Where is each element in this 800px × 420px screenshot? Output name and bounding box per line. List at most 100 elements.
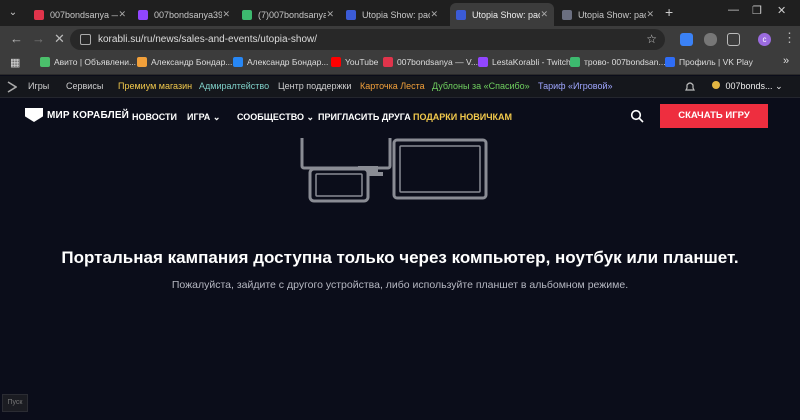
tab-favicon-icon bbox=[346, 9, 356, 20]
forward-icon[interactable]: → bbox=[32, 32, 45, 46]
logo-text: МИР КОРАБЛЕЙ bbox=[47, 109, 130, 121]
close-tab-icon[interactable]: ✕ bbox=[646, 9, 654, 20]
browser-toolbar: ← → ✕ korabli.su/ru/news/sales-and-event… bbox=[0, 26, 800, 53]
profile-avatar[interactable]: c bbox=[758, 33, 771, 46]
site-logo[interactable]: МИР КОРАБЛЕЙ bbox=[25, 108, 129, 122]
nav-news[interactable]: НОВОСТИ bbox=[132, 112, 177, 122]
tab-search-icon[interactable]: ⌄ bbox=[6, 6, 20, 20]
close-tab-icon[interactable]: ✕ bbox=[222, 9, 230, 20]
tab-favicon-icon bbox=[138, 9, 148, 20]
stop-loading-icon[interactable]: ✕ bbox=[54, 32, 65, 46]
bookmark-label: Профиль | VK Play bbox=[679, 57, 753, 67]
browser-menu-icon[interactable]: ⋮ bbox=[783, 31, 796, 45]
bookmark-favicon-icon bbox=[383, 57, 393, 67]
close-tab-icon[interactable]: ✕ bbox=[540, 9, 548, 20]
site-info-icon[interactable] bbox=[80, 34, 91, 45]
browser-tab-strip: ⌄ 007bondsanya — \✕007bondsanya39✕(7)007… bbox=[0, 0, 800, 26]
bookmark-label: 007bondsanya — V... bbox=[397, 57, 478, 67]
tab-title: 007bondsanya39 bbox=[154, 9, 222, 20]
bookmark-star-icon[interactable]: ☆ bbox=[646, 32, 657, 46]
coin-icon bbox=[712, 81, 720, 89]
shield-extension-icon[interactable] bbox=[704, 33, 717, 46]
services-link[interactable]: Дублоны за «Спасибо» bbox=[432, 81, 530, 91]
browser-tab[interactable]: Utopia Show: расс ✕ bbox=[556, 3, 660, 26]
browser-tab[interactable]: 007bondsanya39 ✕ bbox=[132, 3, 236, 26]
bookmark-favicon-icon bbox=[478, 57, 488, 67]
new-tab-button[interactable]: + bbox=[665, 5, 673, 19]
nav-newbie-gifts[interactable]: ПОДАРКИ НОВИЧКАМ bbox=[413, 112, 512, 122]
close-tab-icon[interactable]: ✕ bbox=[326, 9, 334, 20]
apps-grid-icon[interactable]: ▦ bbox=[10, 56, 20, 69]
nav-game-label: ИГРА bbox=[187, 112, 211, 122]
tab-favicon-icon bbox=[456, 9, 466, 20]
maximize-icon[interactable]: ❐ bbox=[752, 4, 762, 17]
services-link[interactable]: Игры bbox=[28, 81, 49, 91]
back-icon[interactable]: ← bbox=[10, 32, 23, 46]
search-icon[interactable] bbox=[630, 109, 644, 123]
services-link[interactable]: Премиум магазин bbox=[118, 81, 192, 91]
download-extension-icon[interactable] bbox=[680, 33, 693, 46]
chevron-down-icon: ⌄ bbox=[212, 112, 221, 122]
lesta-logo-icon[interactable] bbox=[7, 81, 17, 93]
bookmark-label: Александр Бондар... bbox=[247, 57, 329, 67]
browser-tab[interactable]: (7)007bondsanya3 ✕ bbox=[236, 3, 340, 26]
unsupported-device-hint: Пожалуйста, зайдите с другого устройства… bbox=[171, 279, 629, 291]
close-tab-icon[interactable]: ✕ bbox=[118, 9, 126, 20]
logo-shield-icon bbox=[25, 108, 43, 122]
bookmark-label: LestaKorabli - Twitch bbox=[492, 57, 571, 67]
nav-game[interactable]: ИГРА ⌄ bbox=[187, 112, 220, 123]
address-bar[interactable]: korabli.su/ru/news/sales-and-events/utop… bbox=[70, 29, 665, 50]
account-name[interactable]: 007bonds... ⌄ bbox=[712, 81, 783, 92]
tab-title: (7)007bondsanya3 bbox=[258, 9, 326, 20]
services-link[interactable]: Карточка Леста bbox=[360, 81, 425, 91]
notifications-icon[interactable] bbox=[683, 80, 697, 94]
bookmark-favicon-icon bbox=[570, 57, 580, 67]
bookmark-item[interactable]: YouTube bbox=[331, 57, 378, 67]
monitor-shape bbox=[300, 138, 392, 170]
bookmark-item[interactable]: Александр Бондар... bbox=[137, 57, 232, 67]
bookmark-item[interactable]: 007bondsanya — V... bbox=[383, 57, 478, 67]
browser-tab[interactable]: Utopia Show: расс ✕ bbox=[450, 3, 554, 26]
tab-title: Utopia Show: расс bbox=[362, 9, 430, 20]
chevron-down-icon: ⌄ bbox=[306, 112, 315, 122]
tab-favicon-icon bbox=[242, 9, 252, 20]
address-url[interactable]: korabli.su/ru/news/sales-and-events/utop… bbox=[98, 34, 317, 45]
site-services-bar: Игры Сервисы Премиум магазин Адмиралтейство… bbox=[0, 76, 800, 98]
bookmark-favicon-icon bbox=[665, 57, 675, 67]
minimize-icon[interactable]: — bbox=[728, 4, 739, 16]
bookmark-item[interactable]: Профиль | VK Play bbox=[665, 57, 753, 67]
tab-favicon-icon bbox=[34, 9, 44, 20]
bookmark-item[interactable]: Александр Бондар... bbox=[233, 57, 328, 67]
tab-title: Utopia Show: расс bbox=[578, 9, 646, 20]
bookmark-favicon-icon bbox=[331, 57, 341, 67]
start-button[interactable]: Пуск bbox=[2, 394, 28, 412]
tab-title: Utopia Show: расс bbox=[472, 9, 540, 20]
nav-community[interactable]: СООБЩЕСТВО ⌄ bbox=[237, 112, 314, 123]
laptop-shape bbox=[392, 138, 488, 200]
main-content: Портальная кампания доступна только чере… bbox=[0, 138, 800, 420]
close-tab-icon[interactable]: ✕ bbox=[430, 9, 438, 20]
download-game-button[interactable]: СКАЧАТЬ ИГРУ bbox=[660, 104, 768, 128]
services-link[interactable]: Центр поддержки bbox=[278, 81, 351, 91]
nav-invite-friend[interactable]: ПРИГЛАСИТЬ ДРУГА bbox=[318, 112, 411, 122]
extensions-puzzle-icon[interactable] bbox=[727, 33, 740, 46]
bookmark-item[interactable]: LestaKorabli - Twitch bbox=[478, 57, 571, 67]
bookmarks-bar: ▦ Авито | Объявлени... Александр Бондар..… bbox=[0, 53, 800, 75]
bookmark-favicon-icon bbox=[40, 57, 50, 67]
browser-tab[interactable]: Utopia Show: расс ✕ bbox=[340, 3, 444, 26]
more-bookmarks-icon[interactable]: » bbox=[783, 55, 789, 67]
bookmark-label: Авито | Объявлени... bbox=[54, 57, 137, 67]
bookmark-item[interactable]: Авито | Объявлени... bbox=[40, 57, 136, 67]
browser-tab[interactable]: 007bondsanya — \✕ bbox=[28, 3, 132, 26]
services-link[interactable]: Сервисы bbox=[66, 81, 103, 91]
bookmark-item[interactable]: трово- 007bondsan... bbox=[570, 57, 666, 67]
bookmark-label: YouTube bbox=[345, 57, 379, 67]
close-window-icon[interactable]: ✕ bbox=[777, 4, 786, 17]
bookmark-favicon-icon bbox=[137, 57, 147, 67]
tab-favicon-icon bbox=[562, 9, 572, 20]
bookmark-label: трово- 007bondsan... bbox=[584, 57, 666, 67]
tab-title: 007bondsanya — \ bbox=[50, 9, 118, 20]
services-link[interactable]: Адмиралтейство bbox=[199, 81, 269, 91]
account-label: 007bonds... bbox=[725, 81, 773, 91]
services-link[interactable]: Тариф «Игровой» bbox=[538, 81, 613, 91]
